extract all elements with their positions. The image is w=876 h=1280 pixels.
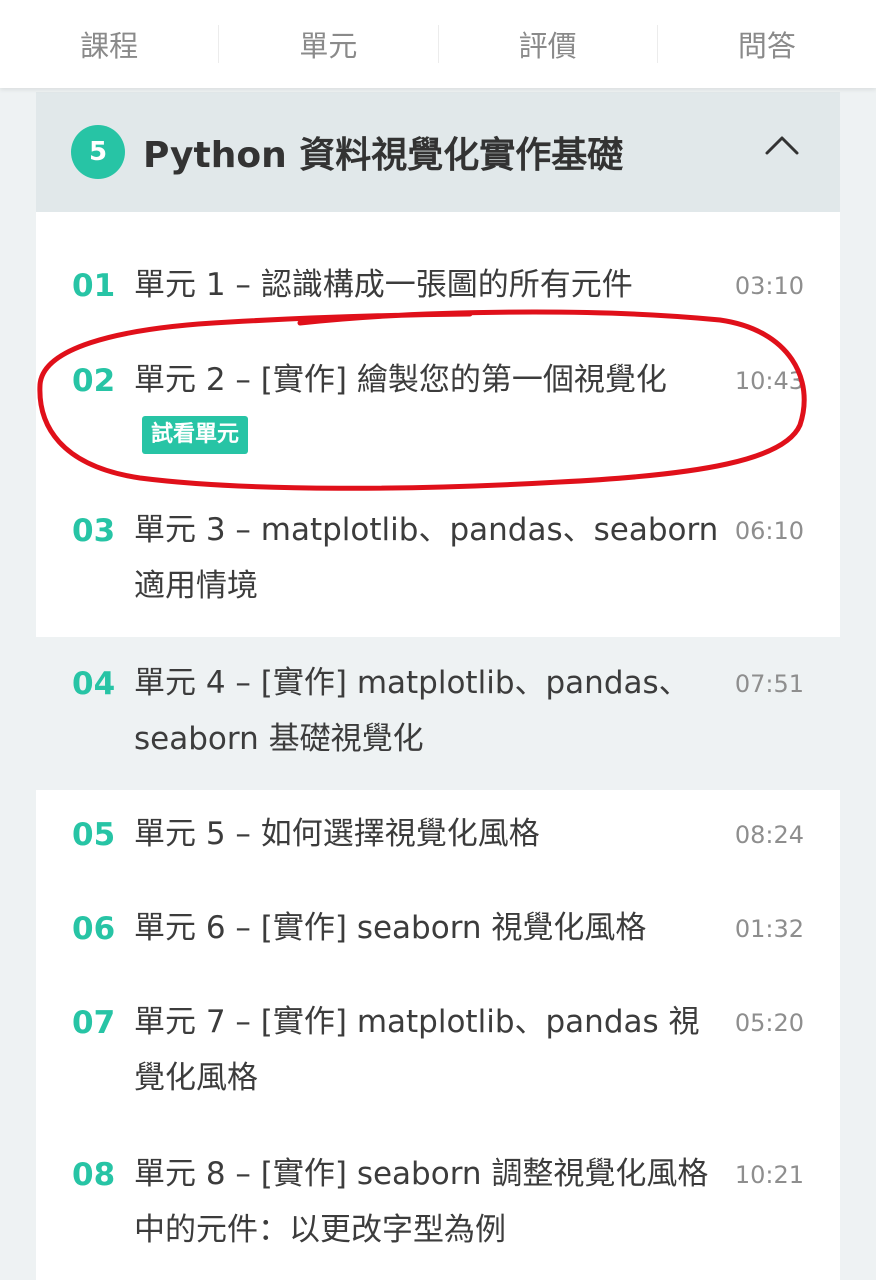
section-number-badge: 5 — [71, 125, 125, 179]
lesson-title: 單元 2 – [實作] 繪製您的第一個視覺化試看單元 — [134, 352, 719, 464]
lesson-number: 02 — [72, 363, 116, 399]
lesson-title: 單元 5 – 如何選擇視覺化風格 — [134, 816, 540, 852]
course-tab-bar: 課程 單元 評價 問答 — [0, 0, 876, 88]
lesson-number: 06 — [72, 911, 116, 947]
lesson-row-06[interactable]: 06 單元 6 – [實作] seaborn 視覺化風格 01:32 — [36, 880, 840, 976]
tab-course[interactable]: 課程 — [0, 25, 218, 63]
lesson-duration: 10:21 — [734, 1161, 804, 1189]
lesson-row-04[interactable]: 04 單元 4 – [實作] matplotlib、pandas、seaborn… — [36, 637, 840, 790]
lesson-duration: 03:10 — [734, 272, 804, 300]
lesson-row-07[interactable]: 07 單元 7 – [實作] matplotlib、pandas 視覺化風格 0… — [36, 976, 840, 1128]
lesson-row-02[interactable]: 02 單元 2 – [實作] 繪製您的第一個視覺化試看單元 10:43 — [36, 327, 840, 477]
lesson-duration: 07:51 — [734, 670, 804, 698]
section-title: Python 資料視覺化實作基礎 — [143, 135, 624, 176]
lesson-duration: 10:43 — [734, 367, 804, 395]
lesson-number: 05 — [72, 817, 116, 853]
lesson-row-03[interactable]: 03 單元 3 – matplotlib、pandas、seaborn 適用情境… — [36, 477, 840, 637]
tab-units[interactable]: 單元 — [218, 25, 437, 63]
lesson-title: 單元 1 – 認識構成一張圖的所有元件 — [134, 267, 633, 303]
tab-reviews[interactable]: 評價 — [437, 25, 657, 63]
lesson-duration: 08:24 — [734, 821, 804, 849]
lesson-number: 03 — [72, 513, 116, 549]
lesson-title: 單元 3 – matplotlib、pandas、seaborn 適用情境 — [134, 512, 719, 604]
chevron-up-icon[interactable] — [764, 128, 800, 164]
lesson-duration: 05:20 — [734, 1009, 804, 1037]
lesson-row-01[interactable]: 01 單元 1 – 認識構成一張圖的所有元件 03:10 — [36, 212, 840, 327]
lesson-number: 04 — [72, 666, 116, 702]
lesson-duration: 06:10 — [734, 517, 804, 545]
lesson-title: 單元 4 – [實作] matplotlib、pandas、seaborn 基礎… — [134, 665, 690, 757]
lesson-row-08[interactable]: 08 單元 8 – [實作] seaborn 調整視覺化風格中的元件：以更改字型… — [36, 1128, 840, 1280]
lesson-title: 單元 8 – [實作] seaborn 調整視覺化風格中的元件：以更改字型為例 — [134, 1156, 709, 1248]
lesson-title-text: 單元 2 – [實作] 繪製您的第一個視覺化 — [134, 362, 667, 398]
section-header[interactable]: 5 Python 資料視覺化實作基礎 — [36, 92, 840, 212]
lesson-title: 單元 6 – [實作] seaborn 視覺化風格 — [134, 910, 647, 946]
lesson-number: 01 — [72, 268, 116, 304]
tab-qa[interactable]: 問答 — [656, 25, 876, 63]
lesson-duration: 01:32 — [734, 915, 804, 943]
lesson-number: 08 — [72, 1157, 116, 1193]
lesson-row-05[interactable]: 05 單元 5 – 如何選擇視覺化風格 08:24 — [36, 790, 840, 880]
preview-badge: 試看單元 — [142, 415, 249, 454]
lesson-title: 單元 7 – [實作] matplotlib、pandas 視覺化風格 — [134, 1004, 700, 1096]
lesson-number: 07 — [72, 1005, 116, 1041]
